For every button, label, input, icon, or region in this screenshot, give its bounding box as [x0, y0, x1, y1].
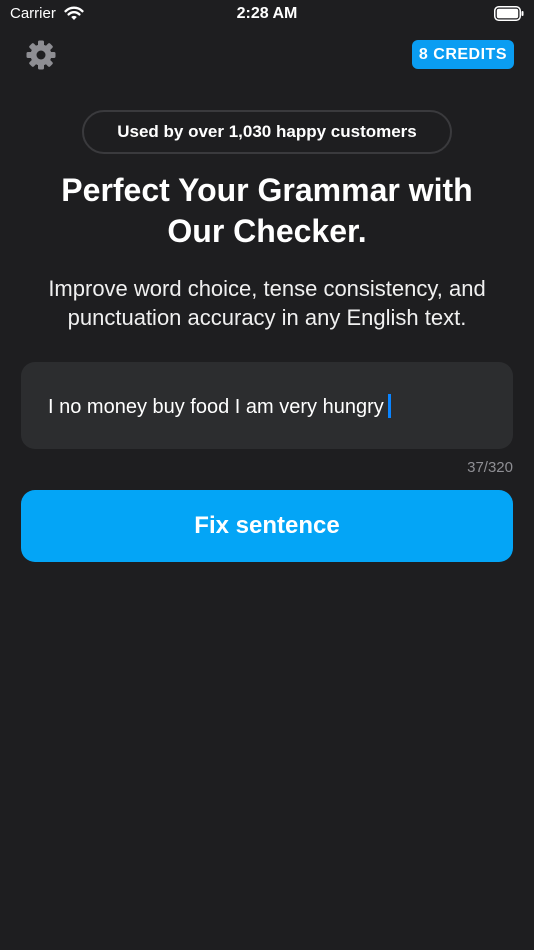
status-time: 2:28 AM	[236, 5, 298, 22]
sentence-input[interactable]: I no money buy food I am very hungry	[21, 362, 513, 449]
text-cursor	[387, 394, 391, 418]
sentence-input-text: I no money buy food I am very hungry	[48, 396, 384, 418]
page-title: Perfect Your Grammar with Our Checker.	[20, 170, 514, 252]
sentence-input-value: I no money buy food I am very hungry	[48, 394, 391, 419]
credits-badge[interactable]: 8 CREDITS	[411, 40, 514, 69]
page-title-line-1: Perfect Your Grammar with	[61, 172, 473, 208]
character-counter: 37/320	[467, 459, 513, 476]
status-bar: Carrier 2:28 AM	[0, 0, 534, 28]
settings-button[interactable]	[24, 38, 58, 72]
page-title-line-2: Our Checker.	[167, 213, 367, 249]
battery-icon	[494, 6, 524, 21]
page-subtitle: Improve word choice, tense consistency, …	[20, 274, 514, 332]
social-proof-pill: Used by over 1,030 happy customers	[82, 110, 452, 154]
fix-sentence-button[interactable]: Fix sentence	[21, 490, 513, 562]
grammar-checker-screen: Carrier 2:28 AM 8 CREDITS Used by over 1…	[0, 0, 534, 950]
gear-icon	[24, 40, 58, 76]
page-subtitle-line-2: punctuation accuracy in any English text…	[67, 305, 467, 330]
page-subtitle-line-1: Improve word choice, tense consistency, …	[48, 276, 486, 301]
